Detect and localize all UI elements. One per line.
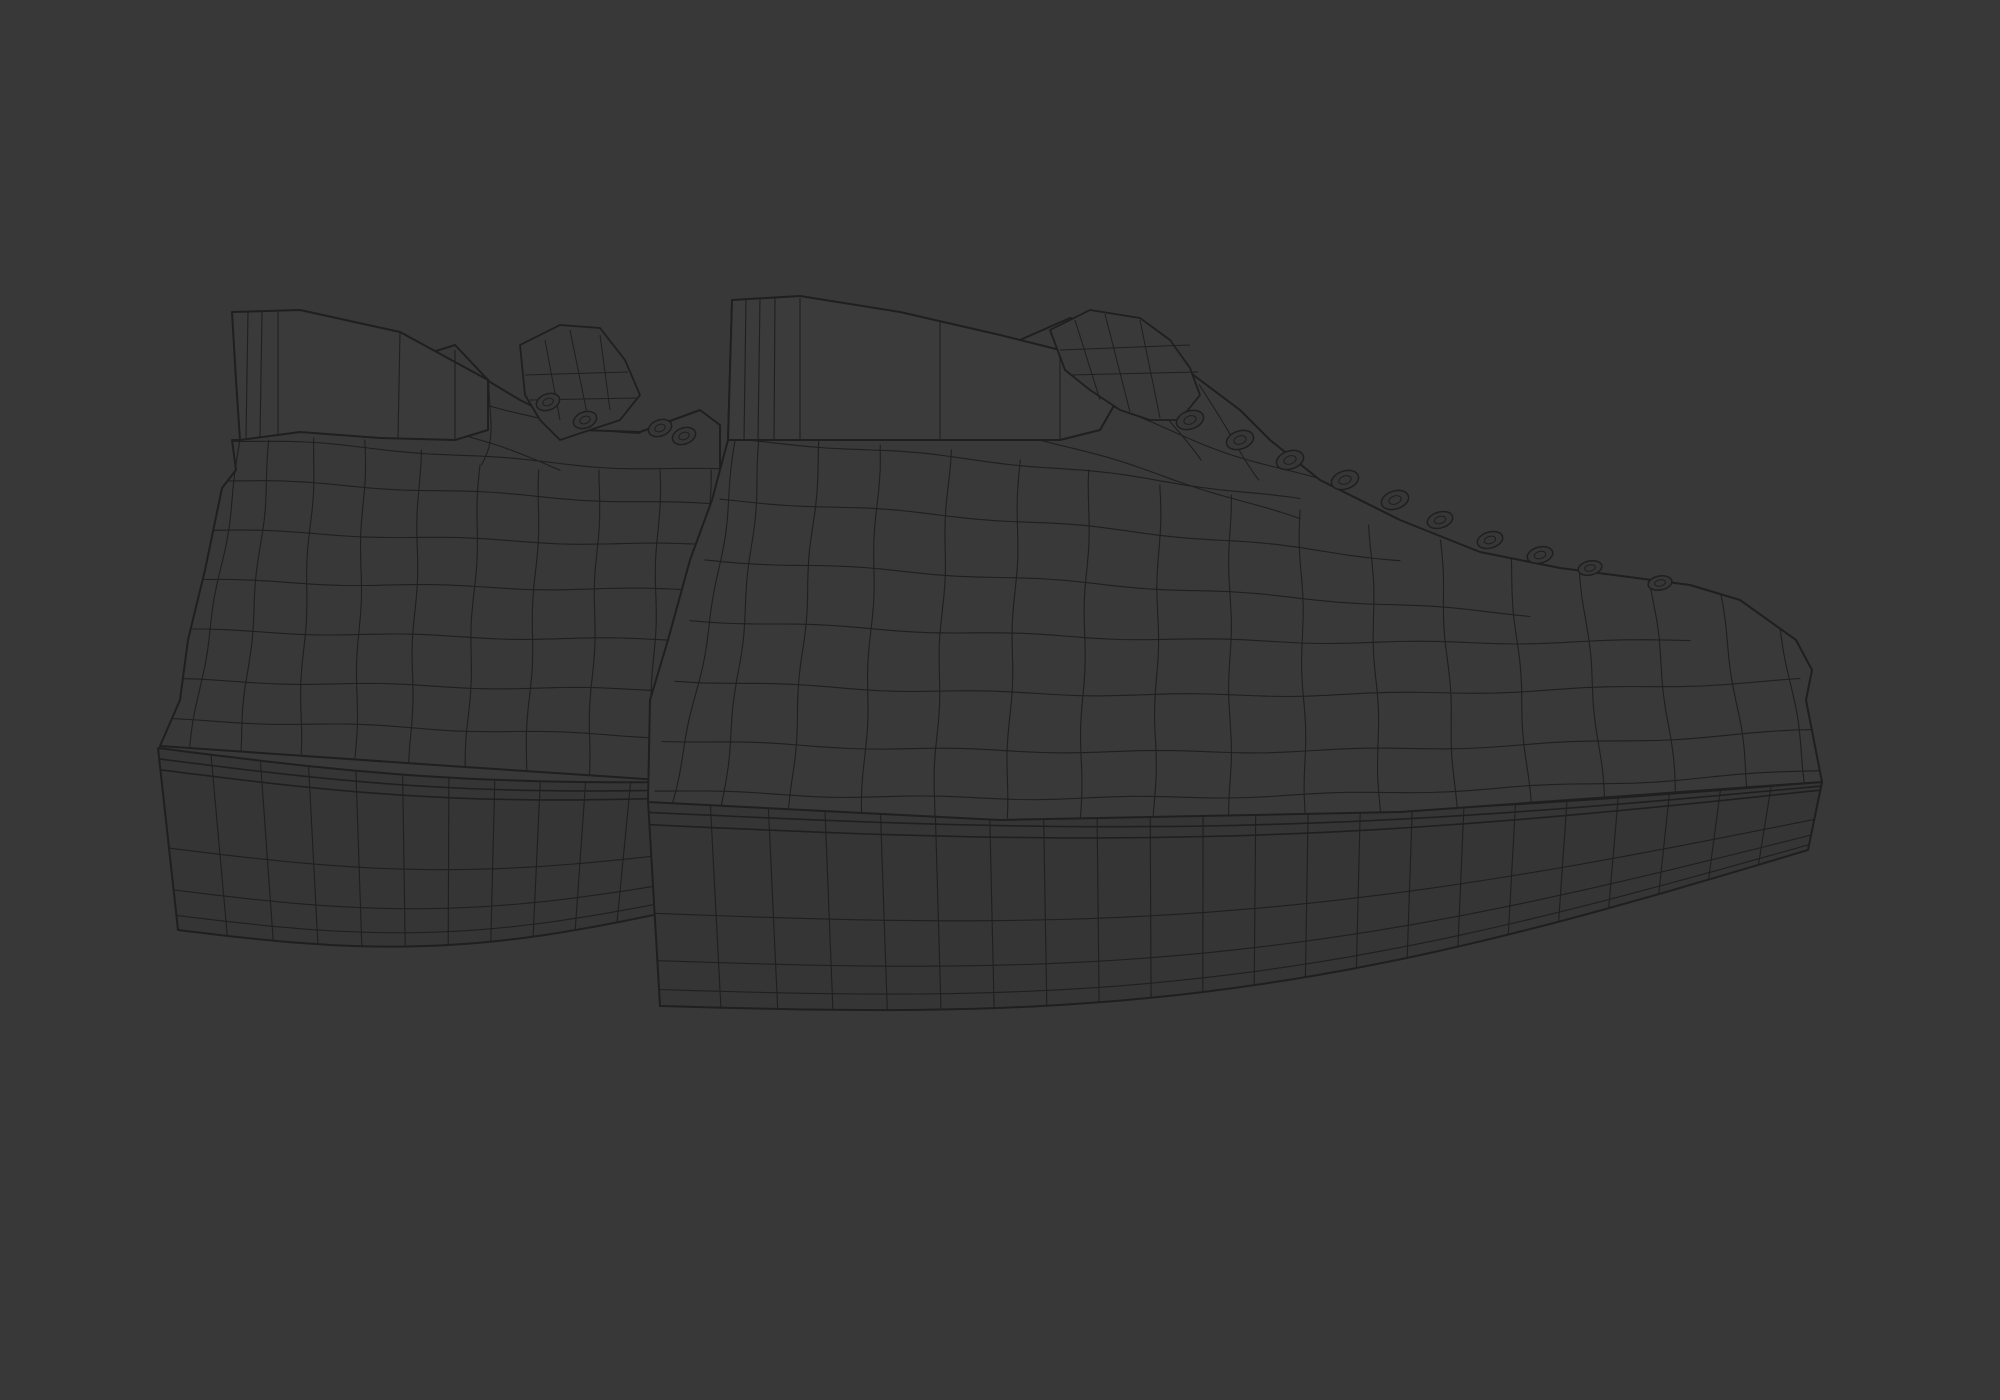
wireframe-scene xyxy=(0,0,2000,1400)
3d-viewport[interactable] xyxy=(0,0,2000,1400)
back-shoe-sole-col-line xyxy=(447,777,450,946)
